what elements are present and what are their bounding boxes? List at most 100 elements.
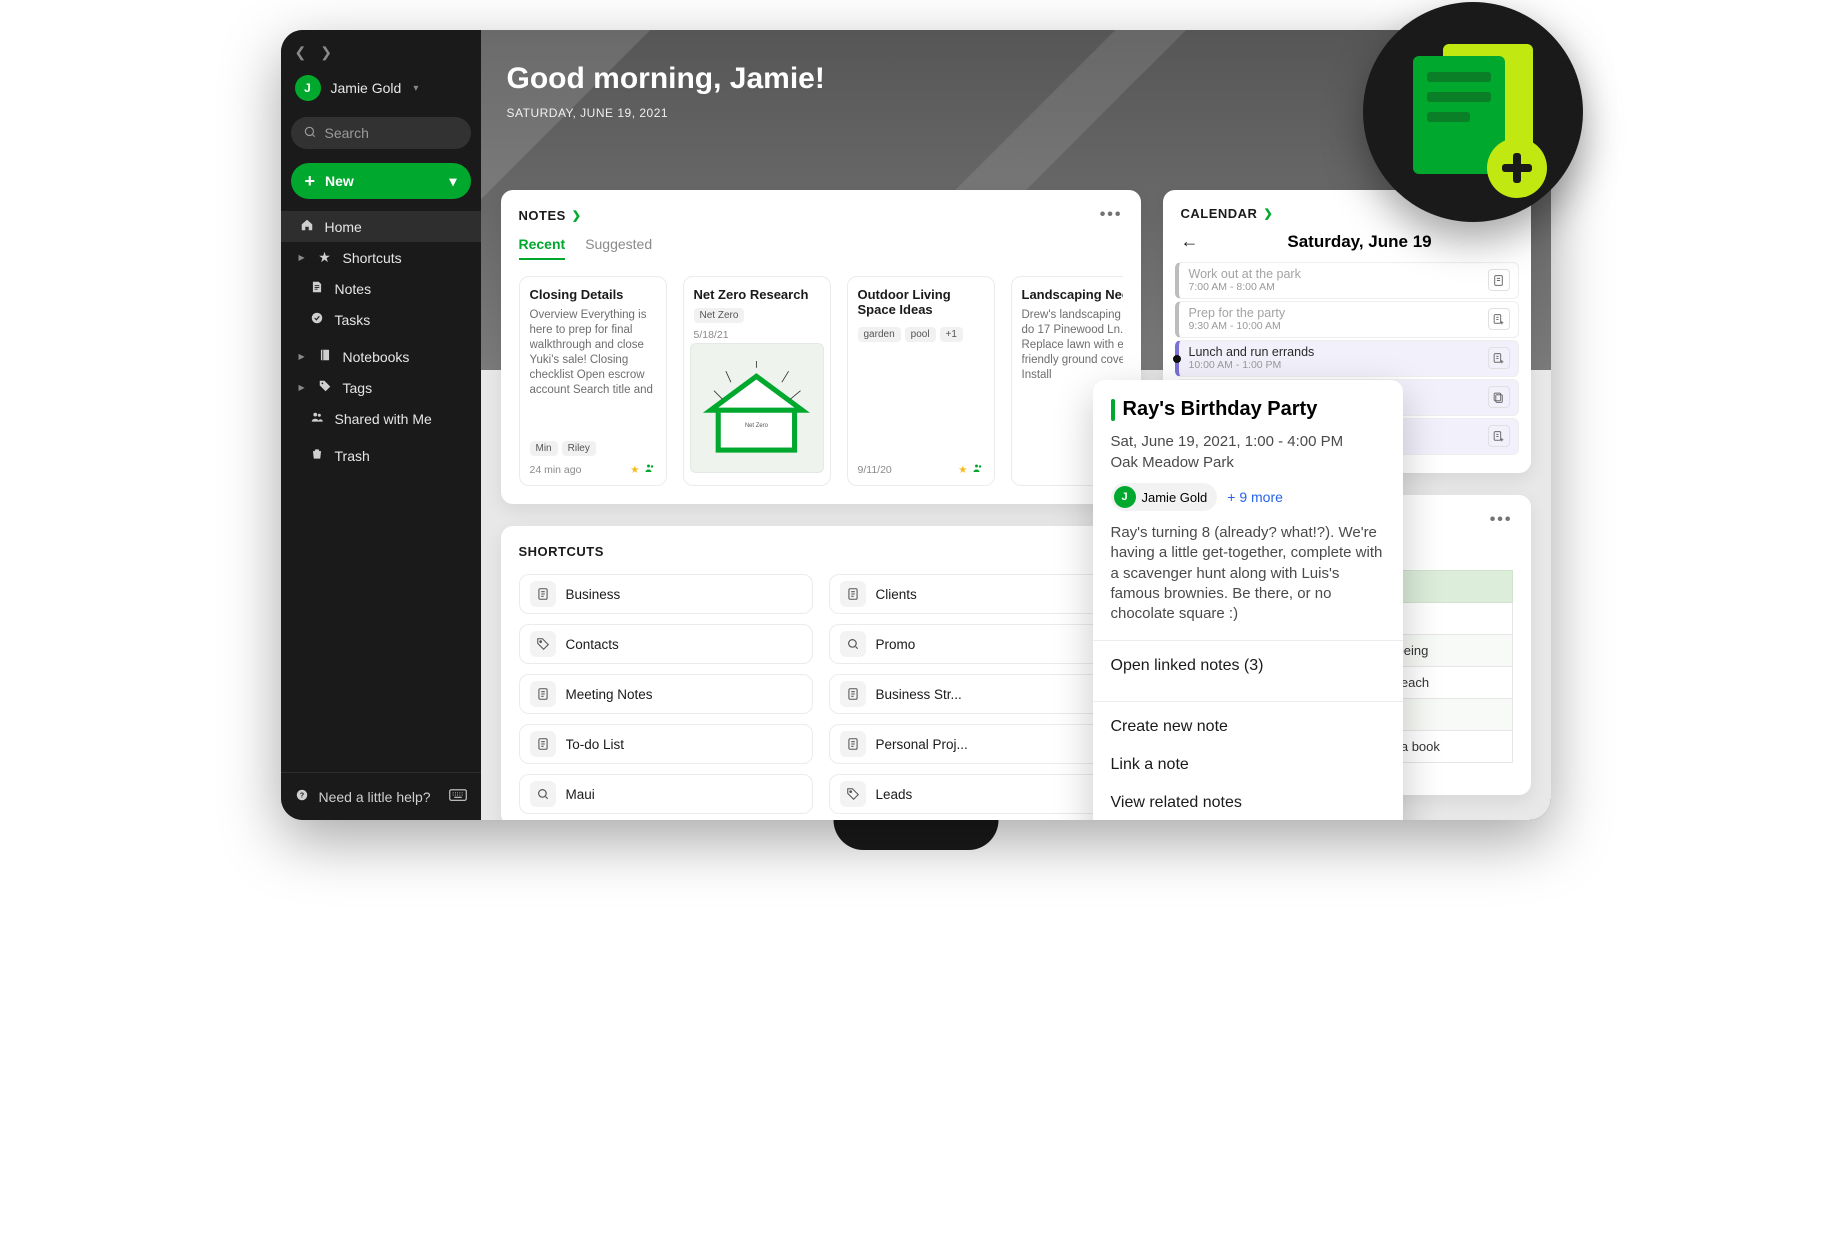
calendar-event[interactable]: Prep for the party9:30 AM - 10:00 AM — [1175, 301, 1519, 338]
event-note-action[interactable] — [1488, 269, 1510, 291]
shortcut-item[interactable]: Meeting Notes — [519, 674, 813, 714]
profile-menu[interactable]: J Jamie Gold ▾ — [281, 67, 481, 111]
action-create-note[interactable]: Create new note — [1111, 708, 1385, 746]
search-icon — [303, 125, 317, 142]
help-label: Need a little help? — [319, 789, 431, 805]
event-note-action[interactable] — [1488, 425, 1510, 447]
sidebar-item-label: Notes — [335, 281, 372, 297]
new-button-label: New — [325, 173, 354, 189]
shortcut-item[interactable]: Personal Proj... — [829, 724, 1123, 764]
event-note-action[interactable] — [1488, 347, 1510, 369]
sidebar-item-trash[interactable]: Trash — [281, 440, 481, 471]
now-indicator — [1173, 355, 1181, 363]
shortcuts-widget: SHORTCUTS ••• BusinessClientsContactsPro… — [501, 526, 1141, 820]
note-snippet: Overview Everything is here to prep for … — [530, 308, 656, 435]
sidebar-item-notes[interactable]: Notes — [281, 273, 481, 304]
event-popover: Ray's Birthday Party Sat, June 19, 2021,… — [1093, 380, 1403, 820]
notes-widget: NOTES ❯ ••• Recent Suggested Closing Det… — [501, 190, 1141, 504]
note-chip: Net Zero — [694, 308, 745, 323]
note-card[interactable]: Outdoor Living Space Ideas garden pool +… — [847, 276, 995, 486]
shortcut-label: Clients — [876, 587, 917, 602]
note-icon — [309, 280, 325, 297]
pinned-note-widget-more[interactable]: ••• — [1490, 511, 1513, 529]
search-input[interactable]: Search — [291, 117, 471, 149]
action-link-note[interactable]: Link a note — [1111, 746, 1385, 784]
shortcut-item[interactable]: Contacts — [519, 624, 813, 664]
attendee-chip[interactable]: J Jamie Gold — [1111, 483, 1218, 511]
event-time: 10:00 AM - 1:00 PM — [1189, 359, 1315, 371]
chevron-right-icon: ❯ — [1263, 207, 1273, 220]
note-card[interactable]: Closing Details Overview Everything is h… — [519, 276, 667, 486]
shortcut-item[interactable]: Promo — [829, 624, 1123, 664]
note-title: Net Zero Research — [694, 287, 820, 302]
attendee-name: Jamie Gold — [1142, 490, 1208, 505]
shortcut-item[interactable]: Business — [519, 574, 813, 614]
tab-recent[interactable]: Recent — [519, 236, 566, 260]
event-title: Lunch and run errands — [1189, 345, 1315, 359]
note-chip: garden — [858, 327, 901, 342]
note-icon — [840, 731, 866, 757]
expand-caret-icon: ▶ — [299, 383, 307, 392]
create-note-fab[interactable] — [1363, 2, 1583, 222]
tag-icon — [530, 631, 556, 657]
note-image: Net Zero — [690, 343, 824, 473]
action-related-notes[interactable]: View related notes — [1111, 784, 1385, 820]
shortcut-item[interactable]: Leads — [829, 774, 1123, 814]
sidebar-item-label: Home — [325, 219, 362, 235]
sidebar-footer: ? Need a little help? — [281, 772, 481, 820]
event-color-bar — [1111, 399, 1115, 421]
sidebar: ❮ ❯ J Jamie Gold ▾ Search + New ▾ — [281, 30, 481, 820]
tag-icon — [317, 379, 333, 396]
avatar: J — [295, 75, 321, 101]
open-linked-notes[interactable]: Open linked notes (3) — [1111, 647, 1385, 685]
calendar-date: Saturday, June 19 — [1287, 232, 1431, 252]
trash-icon — [309, 447, 325, 464]
calendar-event[interactable]: Lunch and run errands10:00 AM - 1:00 PM — [1175, 340, 1519, 377]
note-card[interactable]: Net Zero Research Net Zero 5/18/21 Net Z… — [683, 276, 831, 486]
star-icon: ★ — [630, 464, 639, 476]
event-note-action[interactable] — [1488, 308, 1510, 330]
shortcut-item[interactable]: Business Str... — [829, 674, 1123, 714]
shortcuts-widget-title[interactable]: SHORTCUTS — [519, 544, 604, 559]
shared-icon — [972, 462, 984, 477]
sidebar-item-tasks[interactable]: Tasks — [281, 304, 481, 335]
notes-widget-more[interactable]: ••• — [1100, 206, 1123, 224]
sidebar-item-shortcuts[interactable]: ▶ ★ Shortcuts — [281, 242, 481, 273]
notes-list: Closing Details Overview Everything is h… — [519, 276, 1123, 486]
sidebar-item-home[interactable]: Home — [281, 211, 481, 242]
keyboard-icon[interactable] — [449, 788, 467, 805]
shortcut-item[interactable]: To-do List — [519, 724, 813, 764]
shortcut-item[interactable]: Clients — [829, 574, 1123, 614]
shortcut-item[interactable]: Maui — [519, 774, 813, 814]
calendar-back-button[interactable]: ← — [1181, 231, 1199, 252]
notes-widget-title[interactable]: NOTES ❯ — [519, 208, 582, 223]
new-button[interactable]: + New ▾ — [291, 163, 471, 199]
tab-suggested[interactable]: Suggested — [585, 236, 652, 260]
help-button[interactable]: ? Need a little help? — [281, 781, 481, 812]
nav-back-button[interactable]: ❮ — [295, 44, 307, 61]
note-footer-time: 24 min ago — [530, 464, 582, 476]
sidebar-item-shared[interactable]: Shared with Me — [281, 403, 481, 434]
nav-forward-button[interactable]: ❯ — [320, 44, 332, 61]
shortcuts-grid: Business Clients Contacts Promo Meeting Note… — [519, 574, 1123, 814]
note-chip: Min — [530, 441, 558, 456]
note-footer-time: 9/11/20 — [858, 464, 892, 476]
shortcut-label: Business — [566, 587, 621, 602]
attendees-more[interactable]: + 9 more — [1227, 489, 1283, 505]
profile-name: Jamie Gold — [331, 80, 402, 96]
sidebar-item-tags[interactable]: ▶ Tags — [281, 372, 481, 403]
event-note-action[interactable] — [1488, 386, 1510, 408]
event-time: 7:00 AM - 8:00 AM — [1189, 281, 1301, 293]
star-icon: ★ — [958, 464, 967, 476]
shortcut-label: Contacts — [566, 637, 619, 652]
shortcut-label: Business Str... — [876, 687, 962, 702]
sidebar-item-notebooks[interactable]: ▶ Notebooks — [281, 341, 481, 372]
note-footer-time: 5/18/21 — [694, 329, 820, 341]
avatar: J — [1114, 486, 1136, 508]
calendar-widget-title[interactable]: CALENDAR ❯ — [1181, 206, 1274, 221]
calendar-event[interactable]: Work out at the park7:00 AM - 8:00 AM — [1175, 262, 1519, 299]
note-title: Closing Details — [530, 287, 656, 302]
note-title: Outdoor Living Space Ideas — [858, 287, 984, 317]
shortcut-label: Leads — [876, 787, 913, 802]
search-icon — [530, 781, 556, 807]
